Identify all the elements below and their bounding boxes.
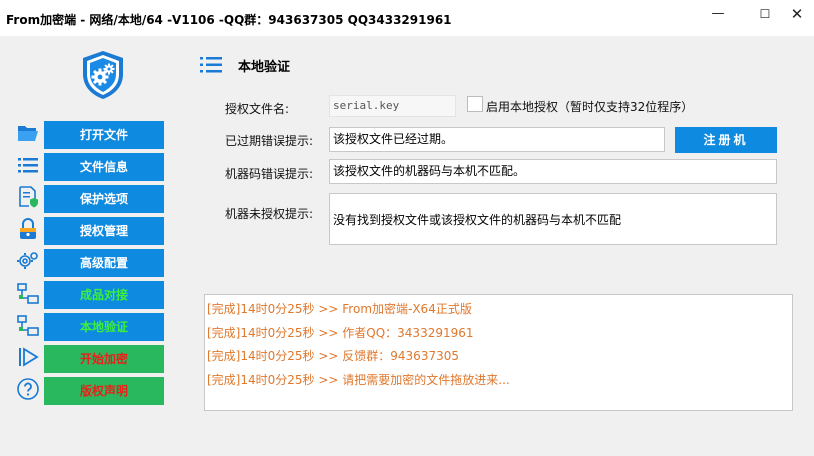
- page-title: 本地验证: [238, 60, 291, 75]
- log-panel: [完成]14时0分25秒 >> From加密端-X64正式版 [完成]14时0分…: [204, 294, 793, 411]
- document-shield-icon: [19, 186, 38, 208]
- log-line: [完成]14时0分25秒 >> 作者QQ：3433291961: [207, 325, 474, 340]
- nav-product-link-button[interactable]: 成品对接: [44, 281, 164, 309]
- log-line: [完成]14时0分25秒 >> From加密端-X64正式版: [207, 302, 472, 316]
- mismatch-message-input[interactable]: 该授权文件的机器码与本机不匹配。: [329, 159, 777, 184]
- minimize-button[interactable]: —: [703, 4, 733, 24]
- nav-license-manage-button[interactable]: 授权管理: [44, 217, 164, 245]
- close-button[interactable]: ✕: [782, 4, 812, 24]
- log-line: [完成]14时0分25秒 >> 反馈群：943637305: [207, 349, 459, 363]
- register-button[interactable]: 注册机: [675, 127, 777, 153]
- nav-protect-options-button[interactable]: 保护选项: [44, 185, 164, 213]
- nav-local-verify-button[interactable]: 本地验证: [44, 313, 164, 341]
- window-title: From加密端 - 网络/本地/64 -V1106 -QQ群：943637305…: [6, 13, 452, 27]
- expired-label: 已过期错误提示:: [225, 134, 314, 148]
- unlicensed-label: 机器未授权提示:: [225, 207, 314, 221]
- lock-icon: [20, 218, 36, 239]
- unlicensed-message-textarea[interactable]: 没有找到授权文件或该授权文件的机器码与本机不匹配: [329, 193, 777, 245]
- license-file-input[interactable]: serial.key: [329, 95, 456, 117]
- nav-file-info-button[interactable]: 文件信息: [44, 153, 164, 181]
- open-folder-icon: [18, 126, 38, 141]
- network-icon: [17, 283, 39, 304]
- license-file-label: 授权文件名:: [225, 102, 290, 116]
- list-icon: [18, 158, 38, 173]
- mismatch-label: 机器码错误提示:: [225, 167, 314, 181]
- network-icon: [17, 315, 39, 336]
- gear-icon: [17, 252, 38, 269]
- nav-open-file-button[interactable]: 打开文件: [44, 121, 164, 149]
- nav-advanced-config-button[interactable]: 高级配置: [44, 249, 164, 277]
- maximize-button[interactable]: ☐: [750, 4, 780, 24]
- nav-start-encrypt-button[interactable]: 开始加密: [44, 345, 164, 373]
- play-icon: [19, 347, 39, 367]
- nav-copyright-button[interactable]: 版权声明: [44, 377, 164, 405]
- title-bar: From加密端 - 网络/本地/64 -V1106 -QQ群：943637305…: [0, 0, 814, 36]
- local-license-label: 启用本地授权（暂时仅支持32位程序）: [486, 100, 694, 114]
- local-license-checkbox[interactable]: [467, 96, 483, 112]
- log-line: [完成]14时0分25秒 >> 请把需要加密的文件拖放进来...: [207, 372, 510, 387]
- expired-message-input[interactable]: 该授权文件已经过期。: [329, 127, 665, 152]
- help-icon: [17, 378, 39, 400]
- main-panel: 打开文件 文件信息 保护选项 授权管理 高级配置 成品对接 本地验证 开始加密 版权声明 本地验…: [0, 36, 814, 456]
- shield-gears-icon: [83, 51, 123, 99]
- list-icon: [200, 57, 222, 73]
